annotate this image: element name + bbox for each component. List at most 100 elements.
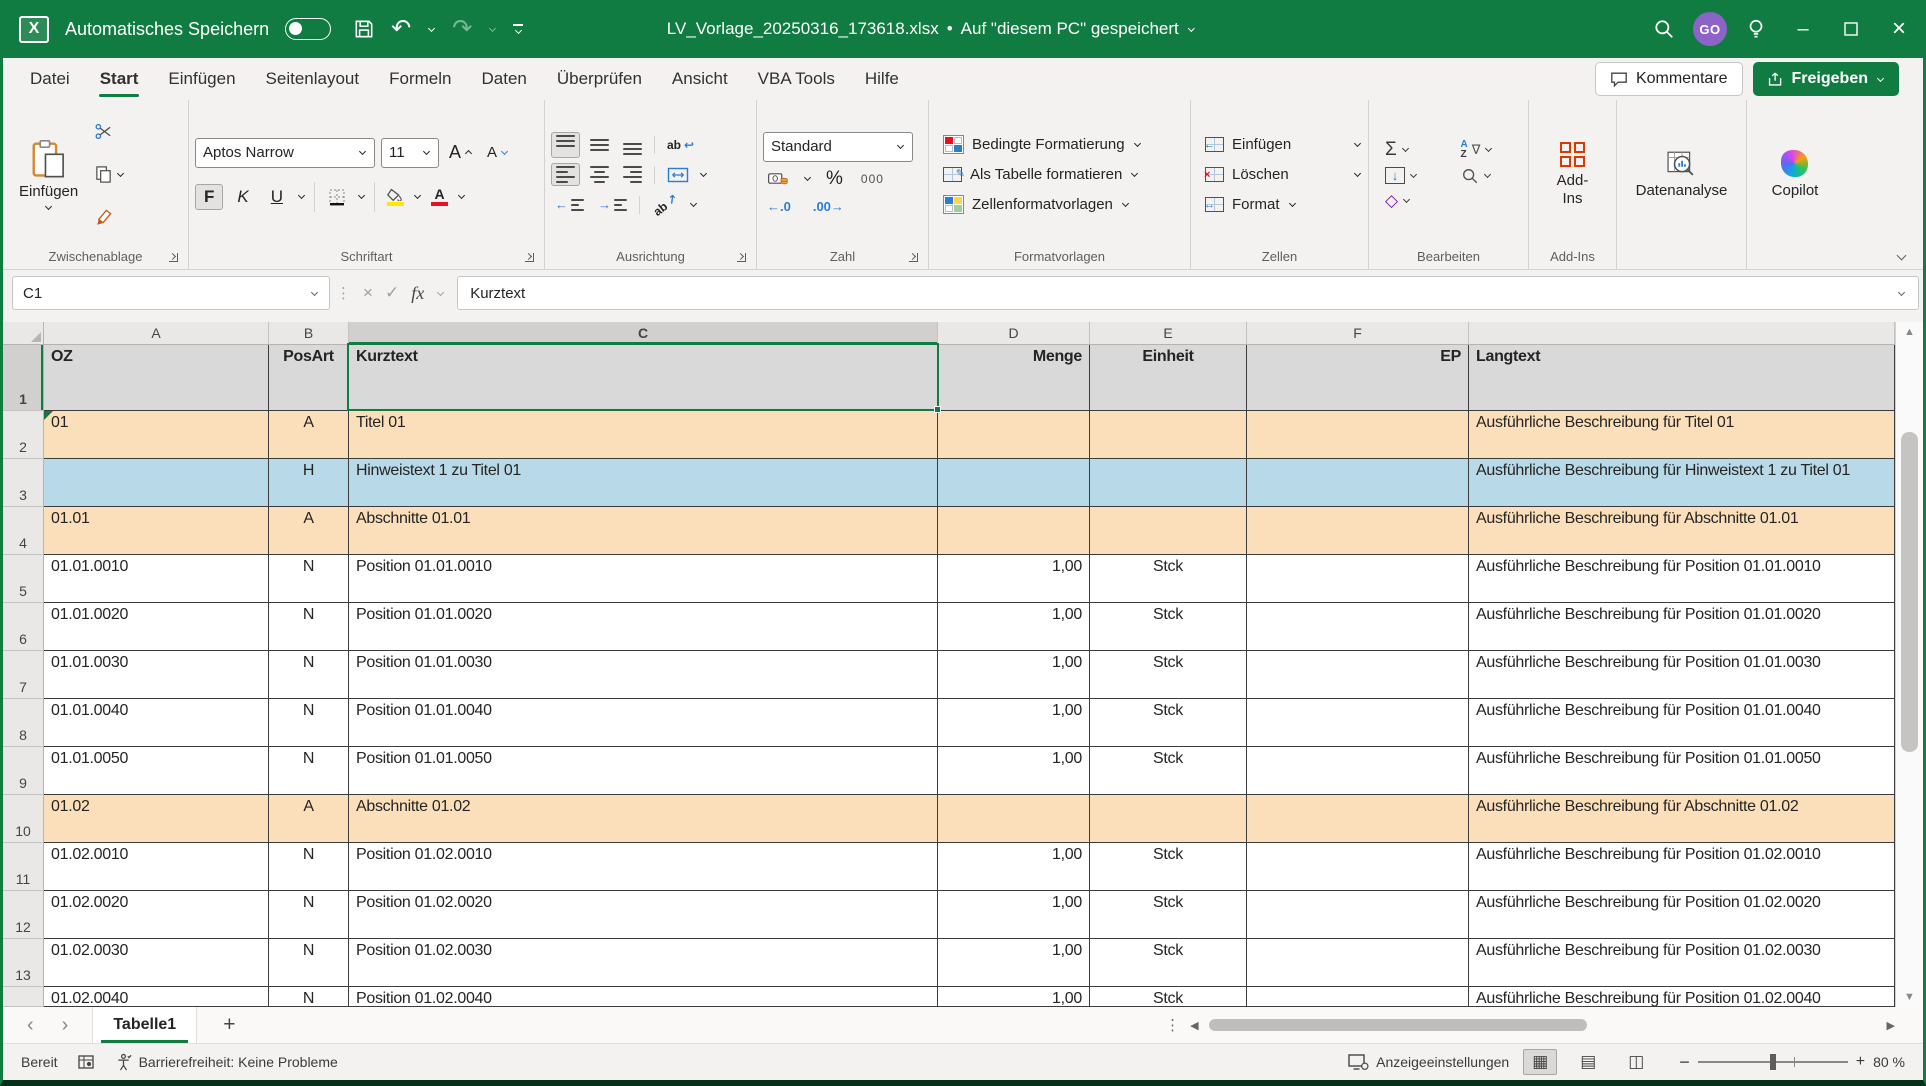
dropdown-chevron[interactable] bbox=[358, 192, 365, 199]
dropdown-chevron[interactable] bbox=[1134, 140, 1141, 147]
cell-E8[interactable]: Stck bbox=[1090, 699, 1247, 747]
cell-D4[interactable] bbox=[938, 507, 1090, 555]
cell-B14[interactable]: N bbox=[269, 987, 349, 1007]
maximize-button[interactable] bbox=[1827, 0, 1875, 58]
vertical-scrollbar[interactable]: ▲ ▼ bbox=[1895, 322, 1923, 1007]
fill-color-button[interactable] bbox=[383, 187, 407, 207]
cell-G8[interactable]: Ausführliche Beschreibung für Position 0… bbox=[1469, 699, 1895, 747]
cell-A8[interactable]: 01.01.0040 bbox=[44, 699, 269, 747]
cell-G4[interactable]: Ausführliche Beschreibung für Abschnitte… bbox=[1469, 507, 1895, 555]
column-header-F[interactable]: F bbox=[1247, 322, 1469, 345]
previous-sheet-icon[interactable]: ‹ bbox=[27, 1014, 34, 1037]
cell-A6[interactable]: 01.01.0020 bbox=[44, 603, 269, 651]
dropdown-chevron[interactable] bbox=[1131, 170, 1138, 177]
cell-C9[interactable]: Position 01.01.0050 bbox=[349, 747, 938, 795]
cell-F11[interactable] bbox=[1247, 843, 1469, 891]
minimize-button[interactable]: – bbox=[1779, 0, 1827, 58]
autosave-toggle[interactable] bbox=[285, 18, 331, 40]
cell-G6[interactable]: Ausführliche Beschreibung für Position 0… bbox=[1469, 603, 1895, 651]
dropdown-chevron[interactable] bbox=[117, 170, 124, 177]
cell-G1[interactable]: Langtext bbox=[1469, 345, 1895, 411]
cell-B12[interactable]: N bbox=[269, 891, 349, 939]
row-header-11[interactable]: 11 bbox=[3, 843, 44, 891]
addins-button[interactable]: Add-Ins bbox=[1542, 106, 1604, 243]
cell-E6[interactable]: Stck bbox=[1090, 603, 1247, 651]
normal-view-button[interactable]: ▦ bbox=[1523, 1049, 1557, 1075]
italic-button[interactable]: K bbox=[229, 185, 256, 209]
cell-D5[interactable]: 1,00 bbox=[938, 555, 1090, 603]
cell-A9[interactable]: 01.01.0050 bbox=[44, 747, 269, 795]
scroll-right-icon[interactable]: ▶ bbox=[1887, 1019, 1895, 1032]
dropdown-chevron[interactable] bbox=[1483, 171, 1490, 178]
paste-button[interactable]: Einfügen bbox=[9, 106, 88, 243]
lightbulb-icon[interactable] bbox=[1733, 0, 1779, 58]
collapse-ribbon-chevron[interactable] bbox=[1897, 251, 1907, 261]
comma-style-button[interactable]: 000 bbox=[857, 170, 888, 188]
delete-cells-button[interactable]: ×Löschen bbox=[1205, 163, 1362, 187]
cell-F9[interactable] bbox=[1247, 747, 1469, 795]
dropdown-chevron[interactable] bbox=[1403, 196, 1410, 203]
row-header-1[interactable]: 1 bbox=[3, 345, 44, 411]
name-box[interactable]: C1 bbox=[12, 276, 330, 310]
cell-C2[interactable]: Titel 01 bbox=[349, 411, 938, 459]
cell-D7[interactable]: 1,00 bbox=[938, 651, 1090, 699]
row-header-2[interactable]: 2 bbox=[3, 411, 44, 459]
dropdown-chevron[interactable] bbox=[1354, 140, 1361, 147]
next-sheet-icon[interactable]: › bbox=[62, 1014, 69, 1037]
borders-button[interactable] bbox=[323, 185, 351, 209]
cell-B11[interactable]: N bbox=[269, 843, 349, 891]
cell-C8[interactable]: Position 01.01.0040 bbox=[349, 699, 938, 747]
cell-B8[interactable]: N bbox=[269, 699, 349, 747]
cell-A4[interactable]: 01.01 bbox=[44, 507, 269, 555]
cell-D9[interactable]: 1,00 bbox=[938, 747, 1090, 795]
cell-G13[interactable]: Ausführliche Beschreibung für Position 0… bbox=[1469, 939, 1895, 987]
display-settings-button[interactable]: Anzeigeeinstellungen bbox=[1347, 1053, 1509, 1071]
cell-B2[interactable]: A bbox=[269, 411, 349, 459]
zoom-slider[interactable] bbox=[1698, 1061, 1848, 1063]
cell-G14[interactable]: Ausführliche Beschreibung für Position 0… bbox=[1469, 987, 1895, 1007]
cell-C7[interactable]: Position 01.01.0030 bbox=[349, 651, 938, 699]
cell-F2[interactable] bbox=[1247, 411, 1469, 459]
cell-F7[interactable] bbox=[1247, 651, 1469, 699]
underline-button[interactable]: U bbox=[263, 185, 291, 209]
cell-G2[interactable]: Ausführliche Beschreibung für Titel 01 bbox=[1469, 411, 1895, 459]
cell-A12[interactable]: 01.02.0020 bbox=[44, 891, 269, 939]
zoom-level[interactable]: 80 % bbox=[1873, 1054, 1905, 1070]
cell-B1[interactable]: PosArt bbox=[269, 345, 349, 411]
cell-B3[interactable]: H bbox=[269, 459, 349, 507]
cell-styles-button[interactable]: Zellenformatvorlagen bbox=[943, 193, 1184, 217]
tab-einfügen[interactable]: Einfügen bbox=[153, 58, 250, 100]
expand-formula-bar-chevron[interactable] bbox=[1898, 288, 1905, 295]
tab-start[interactable]: Start bbox=[85, 58, 154, 100]
cell-G3[interactable]: Ausführliche Beschreibung für Hinweistex… bbox=[1469, 459, 1895, 507]
row-header-9[interactable]: 9 bbox=[3, 747, 44, 795]
cell-D3[interactable] bbox=[938, 459, 1090, 507]
document-title[interactable]: LV_Vorlage_20250316_173618.xlsx • Auf "d… bbox=[667, 0, 1196, 58]
percent-style-button[interactable]: % bbox=[822, 166, 847, 192]
cell-F14[interactable] bbox=[1247, 987, 1469, 1007]
cell-C1[interactable]: Kurztext bbox=[349, 345, 938, 411]
cell-E7[interactable]: Stck bbox=[1090, 651, 1247, 699]
cell-G11[interactable]: Ausführliche Beschreibung für Position 0… bbox=[1469, 843, 1895, 891]
cell-A10[interactable]: 01.02 bbox=[44, 795, 269, 843]
close-button[interactable]: × bbox=[1875, 0, 1923, 58]
dropdown-chevron[interactable] bbox=[45, 202, 52, 209]
cell-C14[interactable]: Position 01.02.0040 bbox=[349, 987, 938, 1007]
clear-button[interactable]: ◇ bbox=[1385, 191, 1447, 211]
cell-D1[interactable]: Menge bbox=[938, 345, 1090, 411]
format-cells-button[interactable]: ↔Format bbox=[1205, 193, 1362, 217]
row-header-3[interactable]: 3 bbox=[3, 459, 44, 507]
cell-D8[interactable]: 1,00 bbox=[938, 699, 1090, 747]
cell-C12[interactable]: Position 01.02.0020 bbox=[349, 891, 938, 939]
align-left-button[interactable] bbox=[551, 163, 580, 186]
dropdown-chevron[interactable] bbox=[298, 192, 305, 199]
tab-hilfe[interactable]: Hilfe bbox=[850, 58, 914, 100]
tab-überprüfen[interactable]: Überprüfen bbox=[542, 58, 657, 100]
customize-quick-access-icon[interactable] bbox=[513, 24, 523, 35]
cell-F8[interactable] bbox=[1247, 699, 1469, 747]
grow-font-button[interactable]: A bbox=[445, 140, 477, 165]
cell-C11[interactable]: Position 01.02.0010 bbox=[349, 843, 938, 891]
align-right-button[interactable] bbox=[619, 164, 646, 185]
tab-splitter-dots-icon[interactable]: ⋮ bbox=[1165, 1016, 1180, 1034]
cell-E13[interactable]: Stck bbox=[1090, 939, 1247, 987]
